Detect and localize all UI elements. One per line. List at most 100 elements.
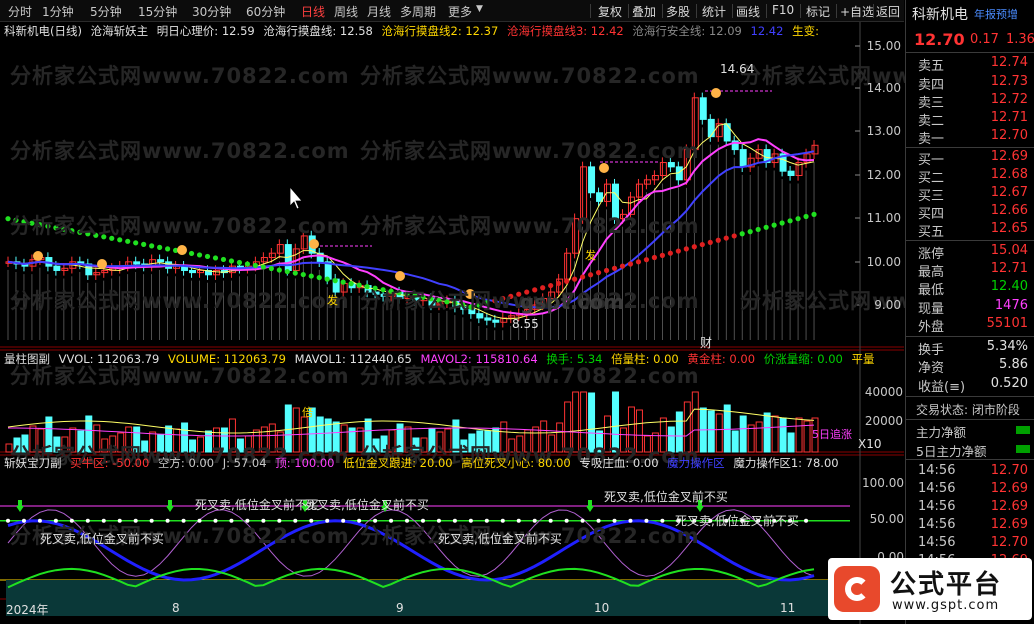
tab-5min[interactable]: 5分钟: [90, 3, 122, 20]
watermark-text: 分析家公式网www.70822.com: [360, 139, 700, 163]
trend-dot: [723, 235, 729, 241]
date-tick: 8: [172, 601, 180, 615]
trend-dot: [587, 272, 594, 278]
signal-bubble: [309, 239, 319, 249]
trend-dot: [675, 248, 681, 254]
logo-mark-icon: [834, 566, 880, 612]
trend-dot: [236, 259, 243, 266]
volume-tick: 20000: [864, 414, 903, 428]
volume-bar: [779, 417, 787, 453]
candle-body: [484, 317, 492, 321]
trend-dot: [747, 229, 753, 235]
candle-body: [197, 269, 205, 274]
current-volume-row: 现量 1476: [918, 298, 1028, 317]
candle-body: [699, 97, 707, 120]
tab-weekly[interactable]: 周线: [334, 3, 358, 20]
legend-item: 倍量柱: 0.00: [611, 352, 679, 366]
tab-monthly[interactable]: 月线: [367, 3, 391, 20]
buy-level-3: 买三 12.67: [918, 185, 1028, 204]
candle-body: [133, 261, 141, 265]
f10-button[interactable]: F10: [772, 3, 794, 17]
trend-dot: [228, 258, 235, 264]
multi-stock-button[interactable]: 多股: [666, 3, 690, 20]
volume-bar: [771, 415, 779, 453]
mark-button[interactable]: 标记: [806, 3, 830, 20]
trend-dot: [572, 276, 578, 282]
add-watchlist-button[interactable]: +自选: [840, 3, 874, 20]
trend-dot: [204, 253, 211, 260]
turnover-row: 换手 5.34%: [918, 339, 1028, 358]
legend-item: 空方: 0.00: [157, 456, 215, 470]
tab-multi-period[interactable]: 多周期: [400, 3, 436, 20]
date-tick: 2024年: [6, 603, 49, 617]
sell-level-5: 卖五 12.74: [918, 55, 1028, 74]
trend-dot: [157, 244, 163, 250]
candle-body: [157, 259, 165, 263]
trend-dot: [731, 233, 737, 239]
tab-1min[interactable]: 1分钟: [42, 3, 74, 20]
legend-item: 魔力操作区: [667, 456, 725, 470]
trend-dot: [276, 267, 282, 273]
back-button[interactable]: 返回: [876, 3, 900, 20]
down-arrow-icon: [586, 500, 594, 512]
legend-item: MAVOL2: 115810.64: [420, 352, 538, 366]
signal-bubble: [97, 259, 107, 269]
trend-dot: [715, 237, 721, 243]
signal-text: 死叉卖,低位金叉前不买: [675, 514, 799, 528]
trend-dot: [667, 250, 673, 256]
net-asset-row: 净资 5.86: [918, 357, 1028, 376]
sell-level-4: 卖四 12.73: [918, 74, 1028, 93]
volume-bar: [763, 412, 771, 453]
tab-fenshi[interactable]: 分时: [8, 3, 32, 20]
buy-level-2: 买二 12.68: [918, 167, 1028, 186]
candle-body: [260, 257, 268, 263]
tab-60min[interactable]: 60分钟: [246, 3, 285, 20]
volume-bar: [795, 417, 803, 453]
trend-dot: [292, 270, 298, 276]
tab-more[interactable]: 更多: [448, 3, 472, 20]
report-link[interactable]: 年报预增: [974, 6, 1018, 22]
trend-dot: [308, 273, 314, 279]
volume-bar: [755, 421, 763, 453]
trend-dot: [260, 264, 266, 270]
legend-item: 平量: [851, 352, 875, 366]
adjust-button[interactable]: 复权: [598, 3, 622, 20]
candle-body: [93, 272, 101, 276]
chevron-down-icon[interactable]: ▼: [476, 4, 483, 14]
trend-dot: [763, 224, 769, 230]
legend-item: 魔力操作区1: 78.00: [733, 456, 839, 470]
volume-bar: [787, 432, 795, 453]
volume-bar: [731, 430, 739, 453]
indicator-pane-title[interactable]: 斩妖宝刀副: [4, 456, 62, 470]
candle-body: [596, 192, 604, 202]
volume-bar: [707, 410, 715, 453]
trend-dot: [133, 240, 139, 246]
tab-daily[interactable]: 日线: [301, 3, 325, 20]
candle-body: [212, 269, 220, 276]
tab-15min[interactable]: 15分钟: [138, 3, 177, 20]
signal-text: 死叉卖,低位金叉前不买: [40, 532, 164, 546]
legend-item: 换手: 5.34: [546, 352, 603, 366]
logo-text: 公式平台: [890, 570, 1003, 600]
candle-body: [276, 244, 284, 254]
watermark-text: 分析家公式网www.70822.com: [10, 139, 350, 163]
indicator-name[interactable]: 沧海斩妖主: [91, 24, 149, 38]
trade-status: 交易状态: 闭市阶段: [916, 403, 1020, 417]
draw-line-button[interactable]: 画线: [736, 3, 760, 20]
volume-pane-title[interactable]: 量柱图副: [4, 352, 50, 366]
signal-text: 死叉卖,低位金叉前不买: [604, 490, 728, 504]
trend-dot: [252, 262, 258, 269]
candle-body: [588, 166, 596, 194]
trend-dot: [595, 270, 602, 276]
trend-dot: [268, 265, 274, 272]
candle-body: [268, 252, 276, 259]
trend-dot: [739, 231, 745, 237]
statistics-button[interactable]: 统计: [702, 3, 726, 20]
overlay-button[interactable]: 叠加: [632, 3, 656, 20]
tab-30min[interactable]: 30分钟: [192, 3, 231, 20]
price-tick: 10.00: [866, 255, 901, 269]
fa-marker: 发: [327, 294, 338, 307]
limit-up-row: 涨停 15.04: [918, 243, 1028, 262]
bei-marker: 倍: [302, 406, 313, 419]
trend-dot: [284, 268, 290, 275]
